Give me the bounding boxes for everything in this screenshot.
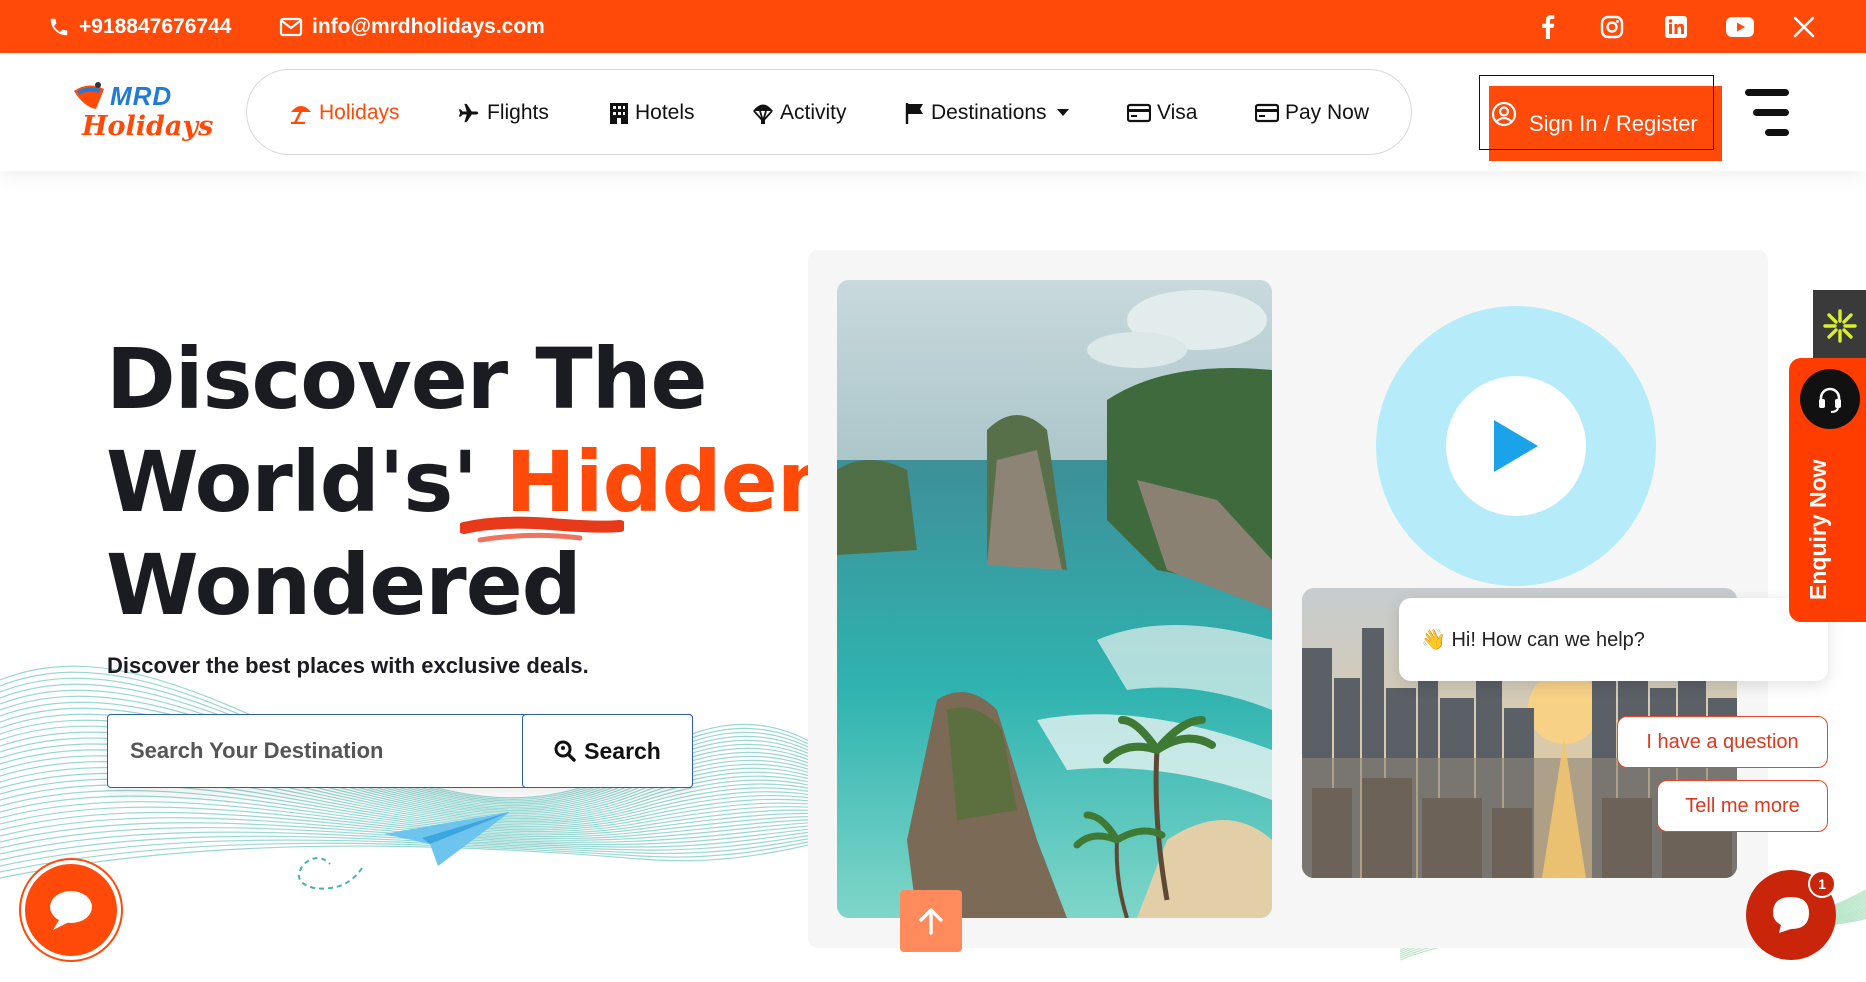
destination-search-box: Search [107,714,693,788]
user-circle-icon [1491,101,1517,127]
phone-icon [50,18,68,35]
parachute-icon [753,104,773,124]
card-icon [1127,103,1151,123]
email-contact[interactable]: info@mrdholidays.com [279,0,545,53]
phone-number: +918847676744 [79,14,232,38]
chat-option-question[interactable]: I have a question [1617,716,1828,768]
chat-greeting-text: 👋 Hi! How can we help? [1421,629,1645,651]
nav-item-hotels[interactable]: Hotels [609,70,695,156]
youtube-icon[interactable] [1726,13,1754,41]
nav-label-visa: Visa [1157,101,1198,124]
phone-contact[interactable]: +918847676744 [48,0,231,53]
scroll-to-top-button[interactable] [900,890,962,952]
logo-text-bottom: Holidays [82,111,214,142]
arrow-up-icon [919,908,943,935]
hero-subtitle: Discover the best places with exclusive … [107,653,589,678]
nav-item-holidays[interactable]: Holidays [289,70,400,156]
instagram-icon[interactable] [1598,13,1626,41]
brush-underline-decoration [460,516,624,543]
nav-label-activity: Activity [780,101,847,124]
envelope-icon [279,17,303,36]
left-chat-button[interactable] [21,860,121,960]
chat-notification-badge: 1 [1808,870,1836,898]
hero-title-line3: Wondered [106,536,582,634]
chat-option-question-label: I have a question [1646,730,1799,753]
beach-umbrella-icon [291,106,311,124]
nav-item-destinations[interactable]: Destinations [905,70,1075,156]
building-icon [610,103,628,124]
main-header: MRD Holidays Holidays Flights Hotels Act… [0,53,1866,171]
plane-icon [458,103,479,123]
x-icon[interactable] [1790,13,1818,41]
hero-title-world: World's' [106,433,478,531]
headset-icon [1800,369,1860,429]
asterisk-widget-tab[interactable] [1813,290,1866,362]
nav-label-holidays: Holidays [319,101,400,124]
flag-icon [905,103,923,124]
asterisk-icon [1822,309,1857,343]
nav-label-hotels: Hotels [635,101,695,124]
search-button-label: Search [584,737,661,764]
nav-item-activity[interactable]: Activity [752,70,847,156]
nav-item-flights[interactable]: Flights [457,70,549,156]
search-button[interactable]: Search [522,714,693,788]
caret-down-icon [1056,109,1069,116]
nav-label-pay-now: Pay Now [1285,101,1370,124]
top-contact-bar: +918847676744 info@mrdholidays.com [0,0,1866,53]
destination-search-input[interactable] [108,715,522,786]
nav-item-visa[interactable]: Visa [1127,70,1197,156]
nav-label-destinations: Destinations [931,101,1047,124]
signin-label: Sign In / Register [1529,110,1698,136]
nav-label-flights: Flights [487,101,549,124]
video-play-ring [1376,306,1656,586]
hero-title: Discover The World's' Hidden Wondered [106,328,837,637]
menu-hamburger-icon[interactable] [1745,87,1789,137]
social-links [1534,0,1818,53]
linkedin-icon[interactable] [1662,13,1690,41]
hero-title-line1: Discover The [106,330,707,428]
signin-register-button[interactable]: Sign In / Register [1489,86,1722,161]
facebook-icon[interactable] [1534,13,1562,41]
message-icon [50,891,92,930]
enquiry-now-label: Enquiry Now [1805,459,1831,600]
paper-plane-icon [384,812,510,866]
chat-bubble-icon [1773,897,1809,933]
brand-logo[interactable]: MRD Holidays [70,75,220,155]
play-icon [1494,420,1538,472]
search-location-icon [554,740,576,762]
main-navigation: Holidays Flights Hotels Activity Destina… [246,69,1412,155]
chat-option-tell-more[interactable]: Tell me more [1657,780,1828,832]
chat-greeting-bubble: 👋 Hi! How can we help? [1399,598,1828,681]
chat-option-tell-more-label: Tell me more [1685,794,1800,817]
dashed-flight-path [297,857,363,890]
video-play-button[interactable] [1446,376,1586,516]
email-address: info@mrdholidays.com [312,14,545,38]
nav-item-pay-now[interactable]: Pay Now [1255,70,1369,156]
beach-cliffs-image [837,280,1272,918]
card-icon [1255,103,1279,123]
logo-text-top: MRD [110,81,173,111]
